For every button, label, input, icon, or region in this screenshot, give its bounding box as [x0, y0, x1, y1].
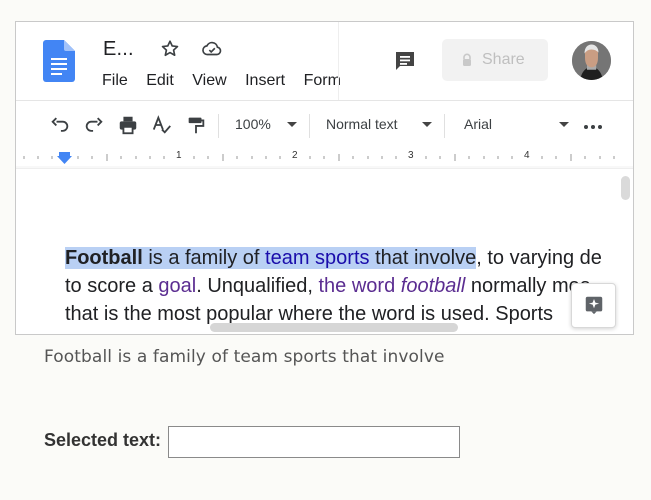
text-style-dropdown-caret[interactable] [422, 122, 432, 127]
cloud-check-icon[interactable] [201, 38, 223, 60]
horizontal-scrollbar[interactable] [210, 323, 458, 332]
selected-text-input[interactable] [168, 426, 460, 458]
team-sports-link[interactable]: team sports [265, 247, 370, 269]
font-select[interactable]: Arial [464, 114, 492, 134]
selected-text-label: Selected text: [44, 430, 162, 450]
google-docs-icon[interactable] [43, 40, 75, 82]
undo-icon[interactable] [49, 114, 71, 136]
vertical-scrollbar[interactable] [621, 176, 630, 200]
docs-toolbar: 100% Normal text Arial [16, 101, 633, 149]
zoom-dropdown-caret[interactable] [287, 122, 297, 127]
spellcheck-icon[interactable] [151, 114, 173, 136]
menu-file[interactable]: File [102, 71, 128, 91]
selected-plain-text[interactable]: that involve [369, 247, 477, 269]
menu-edit[interactable]: Edit [146, 71, 174, 91]
football-italic-link[interactable]: football [401, 275, 466, 297]
more-horizontal-icon[interactable] [584, 125, 602, 129]
ruler-ticks [16, 152, 633, 168]
docs-menu-bar: File Edit View Insert Form [102, 71, 340, 93]
toolbar-separator [309, 114, 310, 138]
selected-plain-text[interactable]: is a family of [142, 247, 266, 269]
share-button[interactable]: Share [442, 39, 548, 81]
print-icon[interactable] [117, 114, 139, 136]
goal-link[interactable]: goal [158, 275, 196, 297]
star-icon[interactable] [159, 38, 181, 60]
avatar-image [572, 41, 611, 80]
horizontal-ruler[interactable]: 1 2 3 4 [16, 148, 633, 169]
unselected-text[interactable]: , to varying de [476, 247, 602, 269]
zoom-select[interactable]: 100% [235, 114, 271, 134]
paint-format-icon[interactable] [185, 114, 207, 136]
lock-icon [463, 53, 471, 66]
menu-insert[interactable]: Insert [245, 71, 285, 91]
selected-bold-word[interactable]: Football [65, 247, 143, 269]
ruler-label-1: 1 [176, 150, 182, 161]
document-text[interactable]: . Unqualified, [196, 275, 318, 297]
font-dropdown-caret[interactable] [559, 122, 569, 127]
document-line-2[interactable]: to score a goal. Unqualified, the word f… [65, 272, 591, 300]
document-text[interactable]: to score a [65, 275, 158, 297]
selected-text-caption: Football is a family of team sports that… [44, 347, 445, 367]
ruler-label-2: 2 [292, 150, 298, 161]
ruler-label-4: 4 [524, 150, 530, 161]
redo-icon[interactable] [83, 114, 105, 136]
google-docs-window: E... File Edit View Insert Form Share 10… [15, 21, 634, 335]
explore-icon [585, 296, 603, 315]
ruler-label-3: 3 [408, 150, 414, 161]
menu-view[interactable]: View [192, 71, 226, 91]
text-style-select[interactable]: Normal text [326, 114, 398, 134]
explore-button[interactable] [571, 283, 616, 328]
toolbar-separator [444, 114, 445, 138]
toolbar-separator [218, 114, 219, 138]
top-bar-divider [338, 22, 339, 100]
document-title[interactable]: E... [103, 38, 134, 61]
menu-format[interactable]: Form [304, 71, 340, 91]
docs-top-bar: E... File Edit View Insert Form Share [16, 22, 633, 101]
document-canvas[interactable]: Football is a family of team sports that… [16, 169, 619, 334]
share-label: Share [482, 51, 525, 68]
comment-icon[interactable] [393, 49, 417, 73]
user-avatar[interactable] [572, 41, 611, 80]
document-line-1[interactable]: Football is a family of team sports that… [65, 244, 602, 272]
football-word-link[interactable]: the word [319, 275, 401, 297]
